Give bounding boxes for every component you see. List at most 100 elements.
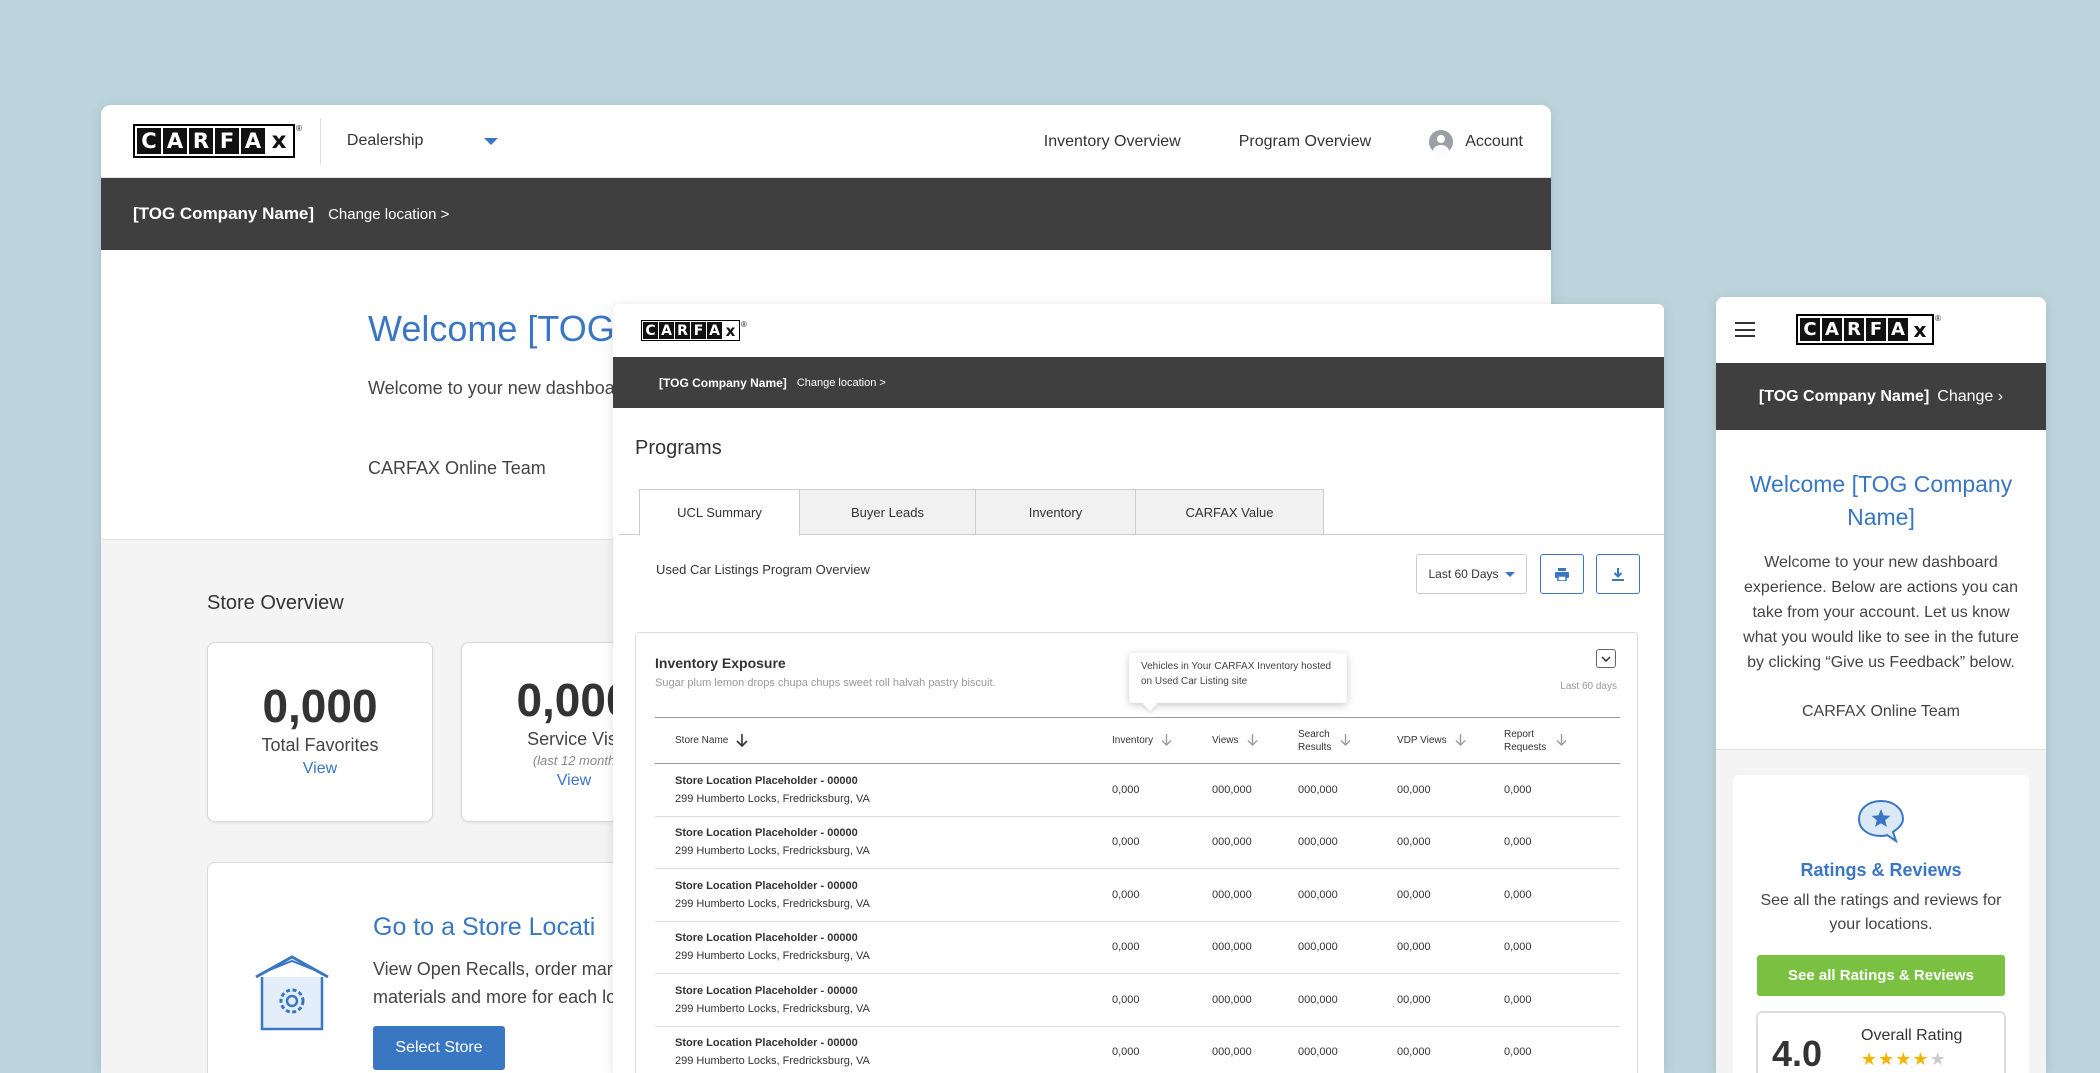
go-to-store-title: Go to a Store Locati xyxy=(373,913,596,941)
welcome-signature: CARFAX Online Team xyxy=(368,458,546,478)
logo-letters: CARFAx xyxy=(133,124,295,158)
logo-letter: x xyxy=(1910,318,1930,342)
nav-divider xyxy=(319,118,321,164)
chevron-down-icon xyxy=(484,137,499,145)
col-label: Report Requests xyxy=(1504,728,1547,753)
print-icon xyxy=(1555,567,1569,581)
cell-views: 000,000 xyxy=(1212,763,1298,817)
inventory-tooltip: Vehicles in Your CARFAX Inventory hosted… xyxy=(1129,653,1347,703)
carfax-logo[interactable]: C A R F Ax ® xyxy=(1796,314,1941,345)
cell-views: 000,000 xyxy=(1212,868,1298,922)
change-location-link[interactable]: Change location > xyxy=(797,377,886,389)
panel-period: Last 60 days xyxy=(1560,681,1617,692)
carfax-logo[interactable]: C A R F Ax ® xyxy=(641,320,747,341)
cell-report-requests: 0,000 xyxy=(1504,763,1620,817)
tab-ucl-summary[interactable]: UCL Summary xyxy=(639,489,800,536)
star-filled-icon: ★ xyxy=(1878,1049,1896,1069)
date-range-select[interactable]: Last 60 Days xyxy=(1416,554,1527,594)
logo-letter: C xyxy=(1800,318,1820,341)
rating-score: 4.0 xyxy=(1772,1033,1823,1073)
menu-icon[interactable] xyxy=(1735,322,1755,337)
location-bar: [TOG Company Name] Change location > xyxy=(613,357,1664,408)
logo-letter: R xyxy=(189,128,213,154)
account-label: Account xyxy=(1465,132,1523,150)
see-all-ratings-button[interactable]: See all Ratings & Reviews xyxy=(1757,955,2005,996)
col-label: Views xyxy=(1212,735,1239,746)
carfax-logo[interactable]: C A R F Ax ® xyxy=(133,124,302,158)
star-empty-icon: ★ xyxy=(1929,1049,1947,1069)
cell-inventory: 0,000 xyxy=(1112,763,1212,817)
cell-report-requests: 0,000 xyxy=(1504,816,1620,869)
logo-letter: A xyxy=(163,128,187,154)
welcome-title: Welcome [TOG Company Name] xyxy=(1749,471,2013,530)
cell-views: 000,000 xyxy=(1212,816,1298,869)
logo-letter: A xyxy=(1822,318,1842,341)
cell-search-results: 000,000 xyxy=(1298,763,1397,817)
cell-search-results: 000,000 xyxy=(1298,921,1397,974)
cell-vdp-views: 00,000 xyxy=(1397,921,1504,974)
table-row[interactable]: Store Location Placeholder - 00000 299 Hu… xyxy=(655,1026,1620,1073)
select-store-button[interactable]: Select Store xyxy=(373,1026,505,1070)
welcome-section: Welcome [TOG Company Name] Welcome to yo… xyxy=(1716,430,2046,750)
nav-program-overview[interactable]: Program Overview xyxy=(1239,133,1371,151)
rating-stars: ★★★★★ xyxy=(1861,1049,1947,1070)
inventory-exposure-panel: Inventory Exposure Sugar plum lemon drop… xyxy=(635,632,1638,1073)
cell-inventory: 0,000 xyxy=(1112,973,1212,1027)
cell-inventory: 0,000 xyxy=(1112,921,1212,974)
logo-letter: C xyxy=(137,128,161,154)
print-button[interactable] xyxy=(1540,554,1584,594)
panel-title: Inventory Exposure xyxy=(655,655,786,671)
col-label: VDP Views xyxy=(1397,735,1447,746)
dealership-dropdown[interactable]: Dealership xyxy=(347,132,499,150)
download-button[interactable] xyxy=(1596,554,1640,594)
account-menu[interactable]: Account xyxy=(1429,129,1523,154)
cell-search-results: 000,000 xyxy=(1298,816,1397,869)
table-row[interactable]: Store Location Placeholder - 00000 299 Hu… xyxy=(655,763,1620,817)
sort-arrow-icon xyxy=(1246,734,1258,747)
chevron-down-icon xyxy=(1601,655,1611,662)
store-address: 299 Humberto Locks, Fredricksburg, VA xyxy=(675,792,870,805)
store-address: 299 Humberto Locks, Fredricksburg, VA xyxy=(675,1002,870,1015)
sort-arrow-icon xyxy=(1161,734,1172,747)
store-name: Store Location Placeholder - 00000 xyxy=(675,932,858,945)
col-store-name[interactable]: Store Name xyxy=(655,717,1112,764)
col-label: Inventory xyxy=(1112,735,1154,746)
cell-report-requests: 0,000 xyxy=(1504,1026,1620,1073)
cell-vdp-views: 00,000 xyxy=(1397,973,1504,1027)
cell-views: 000,000 xyxy=(1212,921,1298,974)
change-location-link[interactable]: Change › xyxy=(1937,388,2003,406)
col-views[interactable]: Views xyxy=(1212,717,1298,764)
col-report-requests[interactable]: Report Requests xyxy=(1504,717,1620,764)
cell-vdp-views: 00,000 xyxy=(1397,1026,1504,1073)
logo-letter: F xyxy=(1866,318,1886,341)
stat-card-favorites: 0,000 Total Favorites View xyxy=(207,642,433,822)
tab-carfax-value[interactable]: CARFAX Value xyxy=(1135,489,1324,535)
logo-letter: F xyxy=(691,322,706,339)
inventory-table: Store Name Inventory Views Search Result… xyxy=(655,717,1620,1073)
table-row[interactable]: Store Location Placeholder - 00000 299 Hu… xyxy=(655,816,1620,869)
cell-views: 000,000 xyxy=(1212,973,1298,1027)
ratings-title: Ratings & Reviews xyxy=(1800,860,1962,880)
tab-buyer-leads[interactable]: Buyer Leads xyxy=(799,489,976,535)
sort-arrow-icon xyxy=(736,733,748,747)
col-search-results[interactable]: Search Results xyxy=(1298,717,1397,764)
col-inventory[interactable]: Inventory xyxy=(1112,717,1212,764)
store-address: 299 Humberto Locks, Fredricksburg, VA xyxy=(675,950,870,963)
cell-vdp-views: 00,000 xyxy=(1397,763,1504,817)
logo-letters: CARFAx xyxy=(1796,314,1934,345)
logo-letters: CARFAx xyxy=(641,320,740,341)
change-location-link[interactable]: Change location > xyxy=(328,206,449,223)
table-row[interactable]: Store Location Placeholder - 00000 299 Hu… xyxy=(655,921,1620,974)
star-filled-icon: ★ xyxy=(1895,1049,1913,1069)
col-vdp-views[interactable]: VDP Views xyxy=(1397,717,1504,764)
top-navigation: C A R F Ax ® Dealership Inventory Overview Pr… xyxy=(101,105,1551,178)
table-row[interactable]: Store Location Placeholder - 00000 299 Hu… xyxy=(655,973,1620,1027)
nav-inventory-overview[interactable]: Inventory Overview xyxy=(1044,133,1181,151)
store-name: Store Location Placeholder - 00000 xyxy=(675,879,858,892)
mobile-home-screen: C A R F Ax ® [TOG Company Name] Change › Welc… xyxy=(1716,297,2046,1073)
table-row[interactable]: Store Location Placeholder - 00000 299 Hu… xyxy=(655,868,1620,922)
tab-inventory[interactable]: Inventory xyxy=(975,489,1136,535)
collapse-button[interactable] xyxy=(1596,649,1616,668)
cell-search-results: 000,000 xyxy=(1298,868,1397,922)
stat-view-link[interactable]: View xyxy=(208,760,432,778)
